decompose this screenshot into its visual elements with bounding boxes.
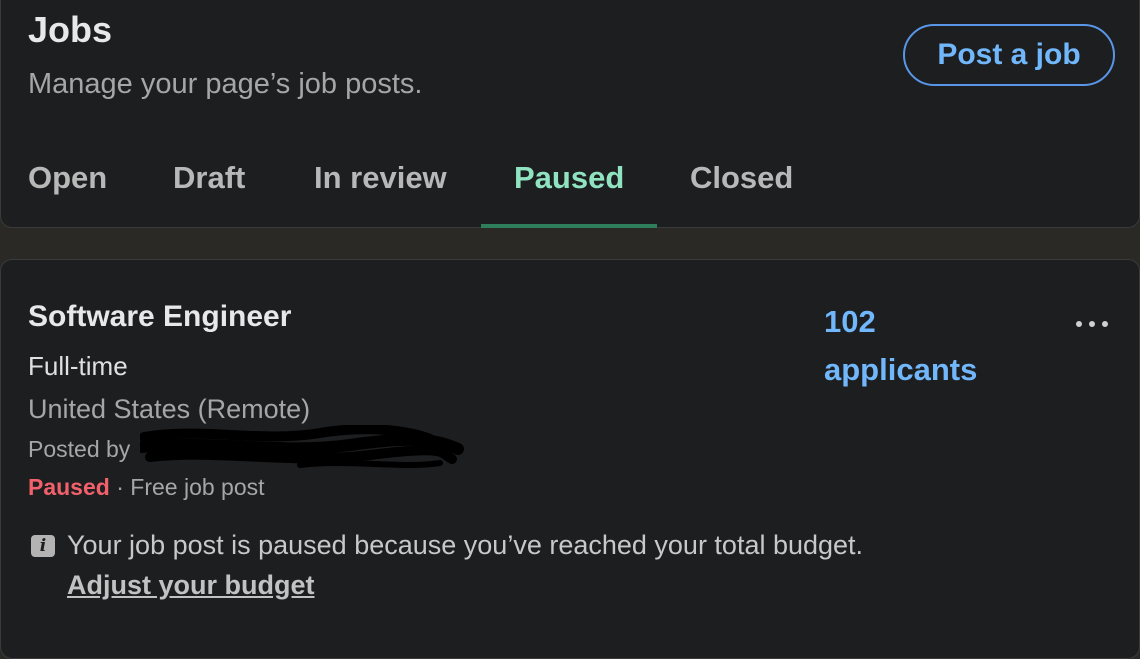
posted-by-prefix: Posted by: [28, 436, 131, 462]
active-tab-indicator: [481, 224, 657, 228]
job-location: United States (Remote): [28, 394, 311, 424]
page-title: Jobs: [28, 9, 113, 50]
job-status-line: Paused · Free job post: [28, 474, 265, 501]
tab-open[interactable]: Open: [28, 160, 107, 196]
page-subtitle: Manage your page’s job posts.: [28, 68, 423, 100]
info-icon: i: [31, 535, 55, 557]
dot: [1089, 321, 1095, 327]
adjust-budget-link[interactable]: Adjust your budget: [67, 570, 314, 601]
job-title[interactable]: Software Engineer: [28, 300, 291, 334]
applicants-label: applicants: [824, 352, 978, 387]
budget-notice: Your job post is paused because you’ve r…: [67, 530, 864, 560]
redaction-scribble: [140, 425, 464, 468]
posted-by: Posted by: [28, 436, 130, 463]
dot: [1076, 321, 1082, 327]
applicants-count: 102: [824, 304, 876, 339]
status-separator: ·: [109, 474, 131, 500]
applicants-link[interactable]: 102 applicants: [824, 298, 977, 394]
tab-paused[interactable]: Paused: [514, 160, 624, 196]
job-type: Full-time: [28, 351, 128, 381]
tab-draft[interactable]: Draft: [173, 160, 245, 196]
post-job-button[interactable]: Post a job: [903, 24, 1115, 86]
more-options-icon[interactable]: [1066, 308, 1118, 340]
post-kind: Free job post: [130, 474, 265, 500]
status-badge: Paused: [28, 474, 110, 500]
dot: [1102, 321, 1108, 327]
tab-closed[interactable]: Closed: [690, 160, 793, 196]
tab-in-review[interactable]: In review: [314, 160, 447, 196]
